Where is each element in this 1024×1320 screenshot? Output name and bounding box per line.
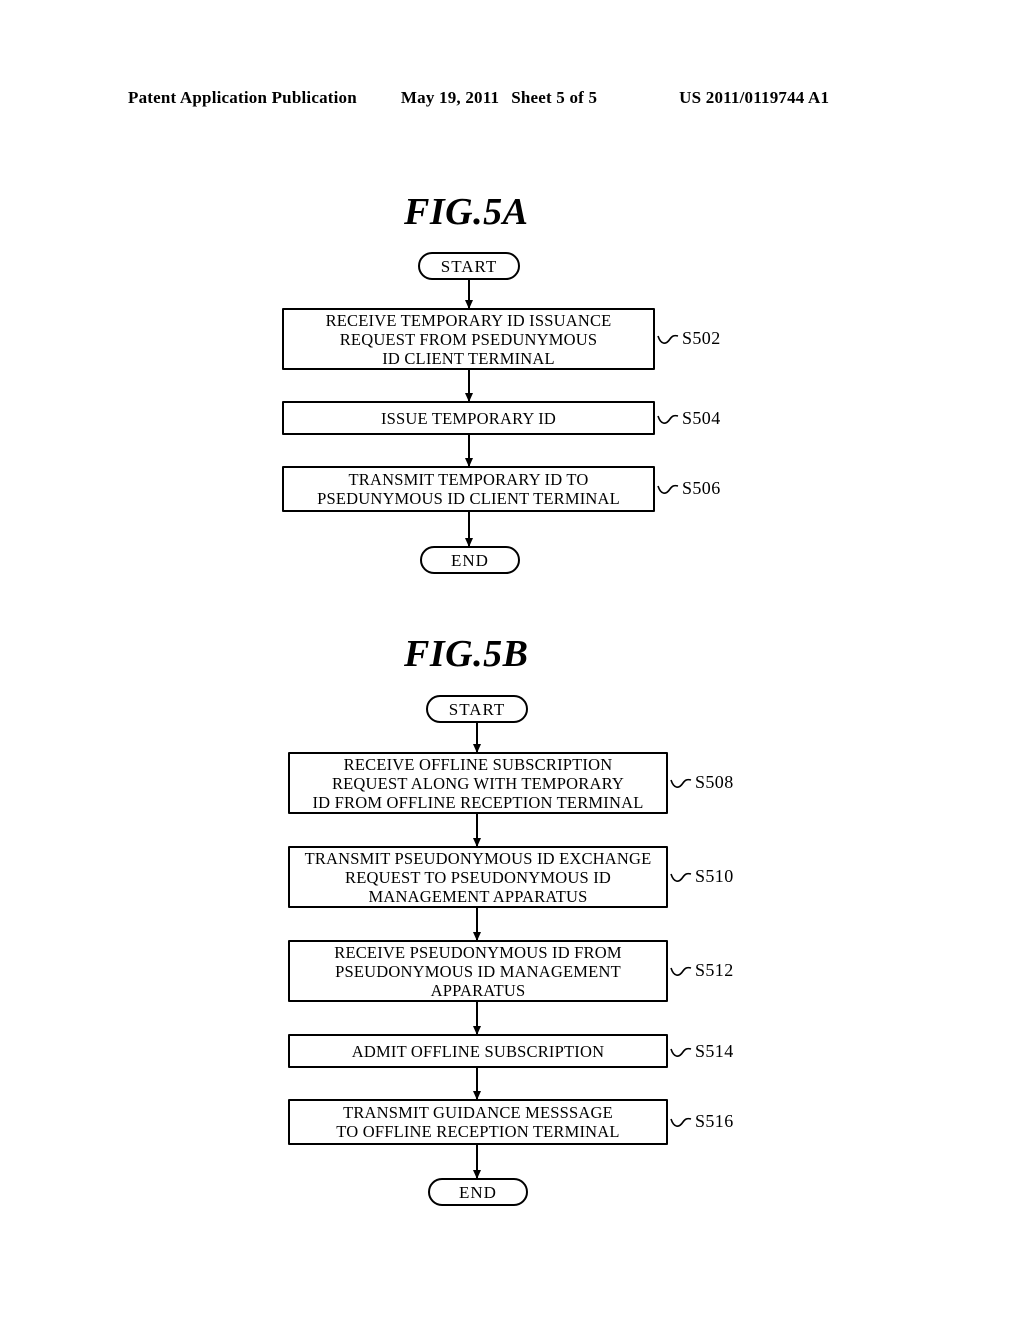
callout-leader-icon: [670, 966, 692, 976]
flow-step-s504: ISSUE TEMPORARY ID: [282, 401, 655, 435]
step-callout-s508-label: S508: [695, 772, 734, 792]
flow-step-s506-line-2: PSEDUNYMOUS ID CLIENT TERMINAL: [317, 489, 620, 508]
flow-step-s502: RECEIVE TEMPORARY ID ISSUANCE REQUEST FR…: [282, 308, 655, 370]
flow-step-s502-line-1: RECEIVE TEMPORARY ID ISSUANCE: [325, 310, 612, 330]
step-callout-s506-label: S506: [682, 478, 721, 498]
flow-end-5a-label: END: [451, 550, 489, 570]
connector-5a-s502-to-s504: [468, 370, 470, 401]
flow-step-s516-line-1: TRANSMIT GUIDANCE MESSSAGE: [343, 1103, 613, 1122]
flow-step-s510-line-2: REQUEST TO PSEUDONYMOUS ID: [344, 867, 612, 887]
callout-leader-icon: [670, 872, 692, 882]
flow-start-5b-label: START: [448, 699, 506, 719]
flow-step-s514: ADMIT OFFLINE SUBSCRIPTION: [288, 1034, 668, 1068]
header-publication-label: Patent Application Publication: [128, 88, 357, 107]
connector-5a-s506-to-end: [468, 512, 470, 546]
callout-leader-icon: [670, 1047, 692, 1057]
figure-title-5a: FIG.5A: [404, 191, 529, 233]
flow-step-s502-line-3: ID CLIENT TERMINAL: [382, 348, 555, 368]
flow-start-5a-label: START: [440, 256, 498, 276]
flow-end-5a: END: [420, 546, 520, 574]
step-callout-s506: S506: [657, 478, 721, 499]
flow-step-s516-line-2: TO OFFLINE RECEPTION TERMINAL: [336, 1122, 620, 1141]
step-callout-s510-label: S510: [695, 866, 734, 886]
header-sheet-label: Sheet 5 of 5: [511, 88, 598, 107]
flow-step-s506: TRANSMIT TEMPORARY ID TO PSEDUNYMOUS ID …: [282, 466, 655, 512]
connector-5b-s516-to-end: [476, 1145, 478, 1178]
flow-step-s508-line-3: ID FROM OFFLINE RECEPTION TERMINAL: [312, 792, 644, 812]
connector-5b-s510-to-s512: [476, 908, 478, 940]
callout-leader-icon: [670, 1117, 692, 1127]
flow-step-s508-line-1: RECEIVE OFFLINE SUBSCRIPTION: [343, 754, 613, 774]
flow-step-s512-line-3: APPARATUS: [430, 980, 526, 1000]
callout-leader-icon: [657, 414, 679, 424]
flow-step-s504-line-1: ISSUE TEMPORARY ID: [380, 408, 557, 428]
connector-5b-s508-to-s510: [476, 814, 478, 846]
page-header: Patent Application Publication May 19, 2…: [128, 88, 896, 108]
step-callout-s502-label: S502: [682, 328, 721, 348]
flow-step-s510-line-1: TRANSMIT PSEUDONYMOUS ID EXCHANGE: [304, 848, 652, 868]
callout-leader-icon: [657, 334, 679, 344]
header-publication-number: US 2011/0119744 A1: [679, 88, 830, 107]
flow-step-s512-line-1: RECEIVE PSEUDONYMOUS ID FROM: [334, 942, 622, 962]
connector-5a-start-to-s502: [468, 280, 470, 308]
flow-step-s514-line-1: ADMIT OFFLINE SUBSCRIPTION: [351, 1041, 605, 1061]
flow-step-s508-line-2: REQUEST ALONG WITH TEMPORARY: [331, 773, 625, 793]
step-callout-s516-label: S516: [695, 1111, 734, 1131]
flow-step-s512: RECEIVE PSEUDONYMOUS ID FROM PSEUDONYMOU…: [288, 940, 668, 1002]
flow-step-s506-line-1: TRANSMIT TEMPORARY ID TO: [348, 470, 589, 489]
header-date-label: May 19, 2011: [400, 88, 500, 107]
flow-step-s502-line-2: REQUEST FROM PSEDUNYMOUS: [339, 329, 598, 349]
flow-start-5b: START: [426, 695, 528, 723]
flow-step-s516: TRANSMIT GUIDANCE MESSSAGE TO OFFLINE RE…: [288, 1099, 668, 1145]
callout-leader-icon: [670, 778, 692, 788]
step-callout-s504: S504: [657, 408, 721, 429]
figure-title-5b: FIG.5B: [404, 633, 529, 675]
step-callout-s504-label: S504: [682, 408, 721, 428]
flow-step-s510-line-3: MANAGEMENT APPARATUS: [368, 886, 588, 906]
step-callout-s512: S512: [670, 960, 734, 981]
step-callout-s502: S502: [657, 328, 721, 349]
flow-end-5b-label: END: [459, 1182, 497, 1202]
step-callout-s516: S516: [670, 1111, 734, 1132]
connector-5b-s512-to-s514: [476, 1002, 478, 1034]
flow-step-s510: TRANSMIT PSEUDONYMOUS ID EXCHANGE REQUES…: [288, 846, 668, 908]
step-callout-s512-label: S512: [695, 960, 734, 980]
flow-start-5a: START: [418, 252, 520, 280]
flow-step-s512-line-2: PSEUDONYMOUS ID MANAGEMENT: [335, 961, 621, 981]
connector-5a-s504-to-s506: [468, 435, 470, 466]
connector-5b-start-to-s508: [476, 723, 478, 752]
step-callout-s514-label: S514: [695, 1041, 734, 1061]
callout-leader-icon: [657, 484, 679, 494]
flow-end-5b: END: [428, 1178, 528, 1206]
flow-step-s508: RECEIVE OFFLINE SUBSCRIPTION REQUEST ALO…: [288, 752, 668, 814]
step-callout-s514: S514: [670, 1041, 734, 1062]
step-callout-s510: S510: [670, 866, 734, 887]
step-callout-s508: S508: [670, 772, 734, 793]
connector-5b-s514-to-s516: [476, 1068, 478, 1099]
